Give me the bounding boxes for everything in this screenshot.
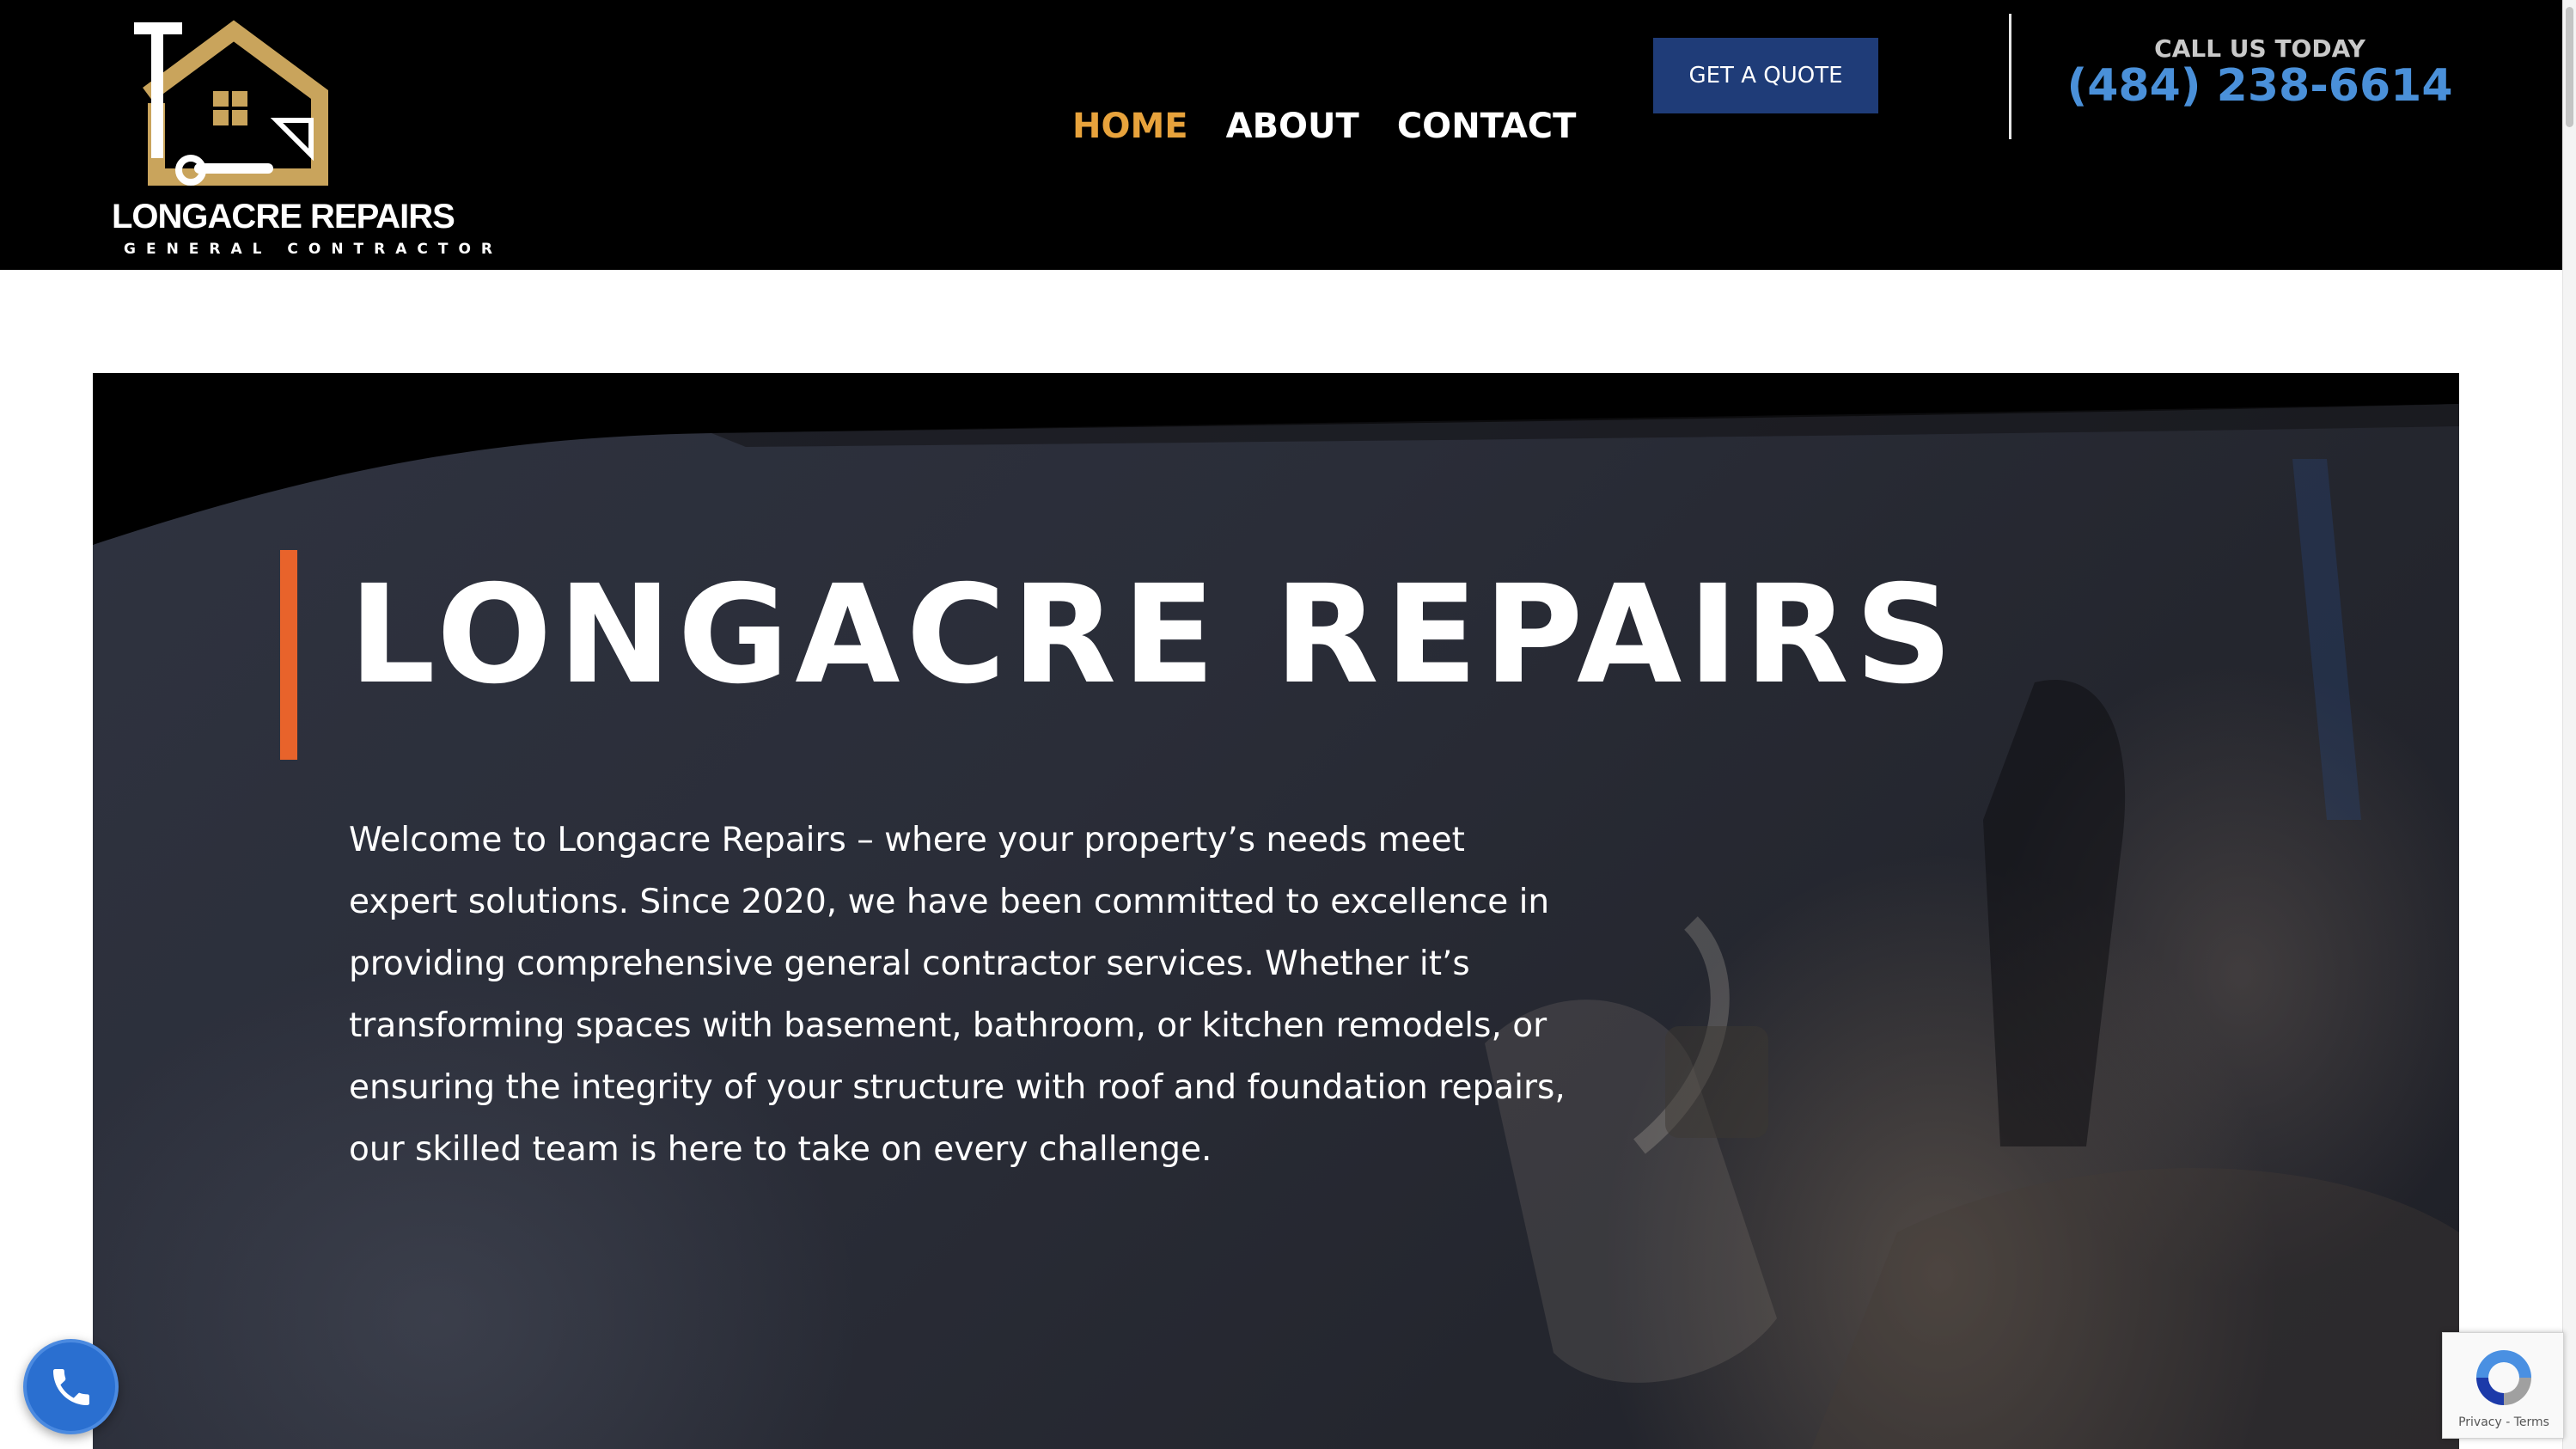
hero-description: Welcome to Longacre Repairs – where your…: [349, 821, 1566, 1169]
site-logo[interactable]: LONGACRE REPAIRS GENERAL CONTRACTOR: [53, 17, 492, 258]
header-divider: [2009, 14, 2011, 139]
recaptcha-privacy-terms[interactable]: Privacy - Terms: [2443, 1415, 2565, 1429]
logo-subtitle: GENERAL CONTRACTOR: [124, 241, 504, 258]
nav-item-contact[interactable]: CONTACT: [1397, 107, 1577, 146]
recaptcha-icon: [2476, 1350, 2531, 1405]
main-nav: HOME ABOUT CONTACT: [1072, 107, 1576, 146]
get-a-quote-button[interactable]: GET A QUOTE: [1653, 38, 1878, 113]
hero-title: LONGACRE REPAIRS: [349, 556, 1959, 714]
logo-title: LONGACRE REPAIRS: [112, 198, 455, 235]
nav-item-home[interactable]: HOME: [1072, 107, 1188, 146]
house-hammer-wrench-logo-icon: [134, 20, 328, 186]
phone-link[interactable]: (484) 238-6614: [2057, 60, 2463, 112]
page-scrollbar[interactable]: [2562, 0, 2576, 1449]
hero-accent-bar: [280, 550, 297, 760]
nav-item-about[interactable]: ABOUT: [1226, 107, 1359, 146]
site-header: LONGACRE REPAIRS GENERAL CONTRACTOR HOME…: [0, 0, 2562, 270]
hero-section: LONGACRE REPAIRS Welcome to Longacre Rep…: [93, 373, 2459, 1449]
phone-icon: [52, 1368, 89, 1405]
recaptcha-badge[interactable]: Privacy - Terms: [2442, 1332, 2564, 1439]
scrollbar-thumb[interactable]: [2566, 7, 2573, 127]
floating-call-button[interactable]: [23, 1339, 119, 1434]
call-us-label: CALL US TODAY: [2154, 34, 2365, 63]
